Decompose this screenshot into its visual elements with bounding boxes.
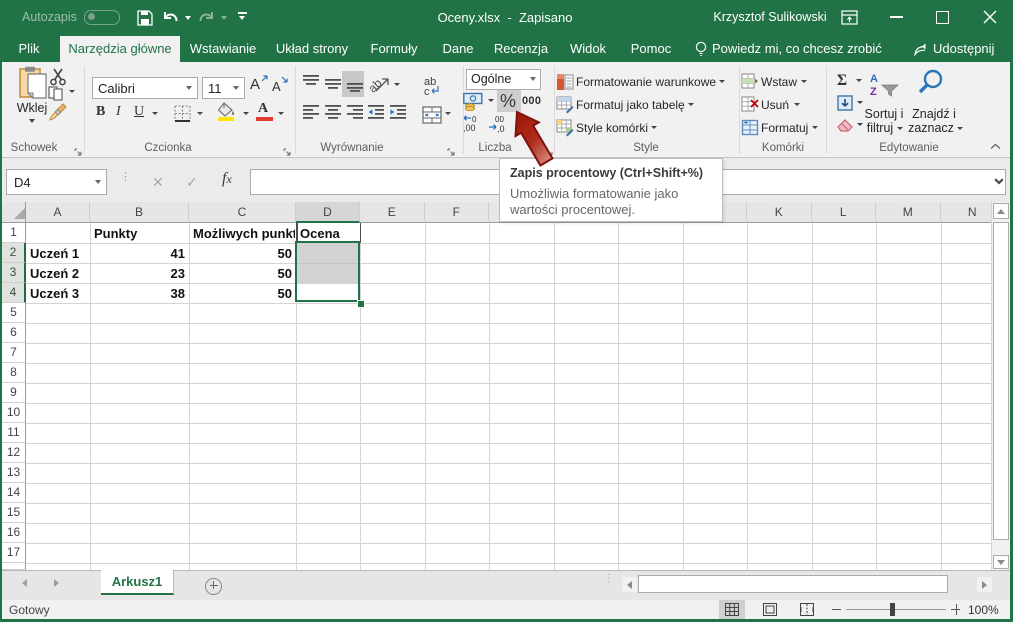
svg-text:,00: ,00 [463, 123, 476, 133]
svg-text:A: A [870, 73, 878, 85]
svg-text:Z: Z [870, 86, 877, 97]
svg-text:c: c [424, 86, 430, 96]
